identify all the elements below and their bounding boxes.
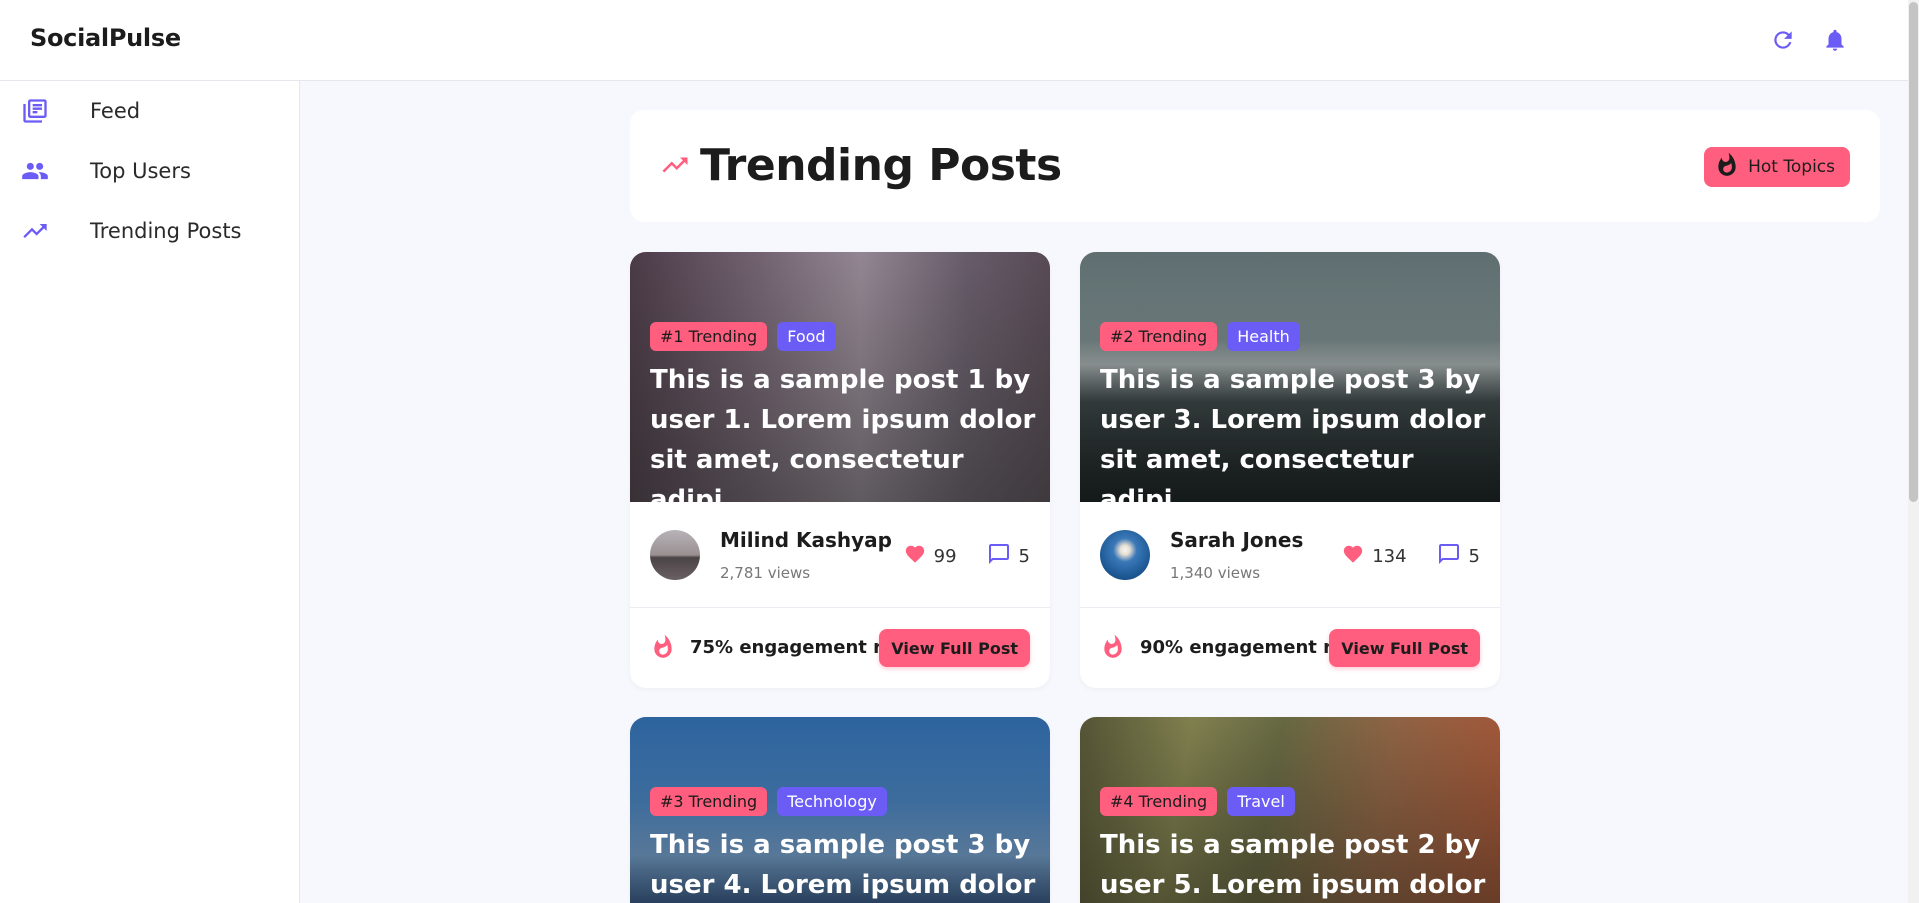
post-card[interactable]: #2 Trending Health This is a sample post… <box>1080 252 1500 688</box>
view-full-post-button[interactable]: View Full Post <box>1329 629 1480 667</box>
view-full-post-button[interactable]: View Full Post <box>879 629 1030 667</box>
page-title: Trending Posts <box>700 140 1062 191</box>
sidebar-item-feed[interactable]: Feed <box>0 81 299 141</box>
card-footer: 75% engagement rate View Full Post <box>630 608 1050 688</box>
card-footer: 90% engagement rate View Full Post <box>1080 608 1500 688</box>
author-name[interactable]: Sarah Jones <box>1170 528 1303 552</box>
post-tags: #3 Trending Technology <box>650 787 887 816</box>
avatar[interactable] <box>650 530 700 580</box>
trending-badge: #4 Trending <box>1100 787 1218 816</box>
comment-count: 5 <box>1468 546 1480 567</box>
sidebar-item-trending-posts[interactable]: Trending Posts <box>0 201 299 261</box>
hot-topics-label: Hot Topics <box>1748 157 1835 177</box>
category-badge[interactable]: Food <box>777 322 836 351</box>
fire-icon <box>650 633 676 665</box>
top-actions <box>1769 26 1849 54</box>
post-card[interactable]: #1 Trending Food This is a sample post 1… <box>630 252 1050 688</box>
fire-icon <box>1100 633 1126 665</box>
comment-count: 5 <box>1018 546 1030 567</box>
author-row: Milind Kashyap 2,781 views 99 5 <box>630 502 1050 608</box>
trending-icon <box>660 150 690 184</box>
post-image[interactable]: #3 Trending Technology This is a sample … <box>630 717 1050 903</box>
sidebar-item-label: Top Users <box>90 159 191 183</box>
heart-icon[interactable] <box>904 543 926 570</box>
view-count: 1,340 views <box>1170 564 1261 582</box>
author-name[interactable]: Milind Kashyap <box>720 528 892 552</box>
post-title: This is a sample post 1 by user 1. Lorem… <box>650 365 1036 515</box>
category-badge[interactable]: Technology <box>777 787 887 816</box>
post-card[interactable]: #4 Trending Travel This is a sample post… <box>1080 717 1500 903</box>
post-tags: #2 Trending Health <box>1100 322 1300 351</box>
page-scrollbar[interactable] <box>1908 0 1919 903</box>
like-count: 134 <box>1372 546 1407 567</box>
sidebar-item-top-users[interactable]: Top Users <box>0 141 299 201</box>
view-count: 2,781 views <box>720 564 811 582</box>
bell-icon[interactable] <box>1821 26 1849 54</box>
post-image[interactable]: #2 Trending Health This is a sample post… <box>1080 252 1500 515</box>
post-title: This is a sample post 2 by user 5. Lorem… <box>1100 830 1486 900</box>
like-count: 99 <box>933 546 957 567</box>
refresh-icon[interactable] <box>1769 26 1797 54</box>
post-tags: #1 Trending Food <box>650 322 836 351</box>
scrollbar-thumb[interactable] <box>1909 2 1918 502</box>
sidebar-item-label: Trending Posts <box>90 219 242 243</box>
post-tags: #4 Trending Travel <box>1100 787 1295 816</box>
author-row: Sarah Jones 1,340 views 134 5 <box>1080 502 1500 608</box>
users-icon <box>20 156 50 186</box>
comment-icon[interactable] <box>987 542 1011 571</box>
trending-badge: #3 Trending <box>650 787 768 816</box>
post-image[interactable]: #4 Trending Travel This is a sample post… <box>1080 717 1500 903</box>
post-title: This is a sample post 3 by user 4. Lorem… <box>650 830 1036 900</box>
sidebar-item-label: Feed <box>90 99 141 123</box>
trending-badge: #1 Trending <box>650 322 768 351</box>
trending-badge: #2 Trending <box>1100 322 1218 351</box>
avatar[interactable] <box>1100 530 1150 580</box>
fire-icon <box>1714 152 1740 182</box>
trending-icon <box>20 216 50 246</box>
brand-logo[interactable]: SocialPulse <box>30 24 181 52</box>
post-title: This is a sample post 3 by user 3. Lorem… <box>1100 365 1486 515</box>
top-bar: SocialPulse <box>0 0 1919 81</box>
post-card[interactable]: #3 Trending Technology This is a sample … <box>630 717 1050 903</box>
sidebar: Feed Top Users Trending Posts <box>0 81 300 903</box>
hot-topics-button[interactable]: Hot Topics <box>1704 147 1850 187</box>
category-badge[interactable]: Travel <box>1227 787 1295 816</box>
post-stats: 99 5 <box>904 542 1030 571</box>
page-header: Trending Posts Hot Topics <box>630 110 1880 222</box>
post-image[interactable]: #1 Trending Food This is a sample post 1… <box>630 252 1050 515</box>
comment-icon[interactable] <box>1437 542 1461 571</box>
category-badge[interactable]: Health <box>1227 322 1300 351</box>
heart-icon[interactable] <box>1342 543 1364 570</box>
feed-icon <box>20 96 50 126</box>
post-stats: 134 5 <box>1342 542 1480 571</box>
